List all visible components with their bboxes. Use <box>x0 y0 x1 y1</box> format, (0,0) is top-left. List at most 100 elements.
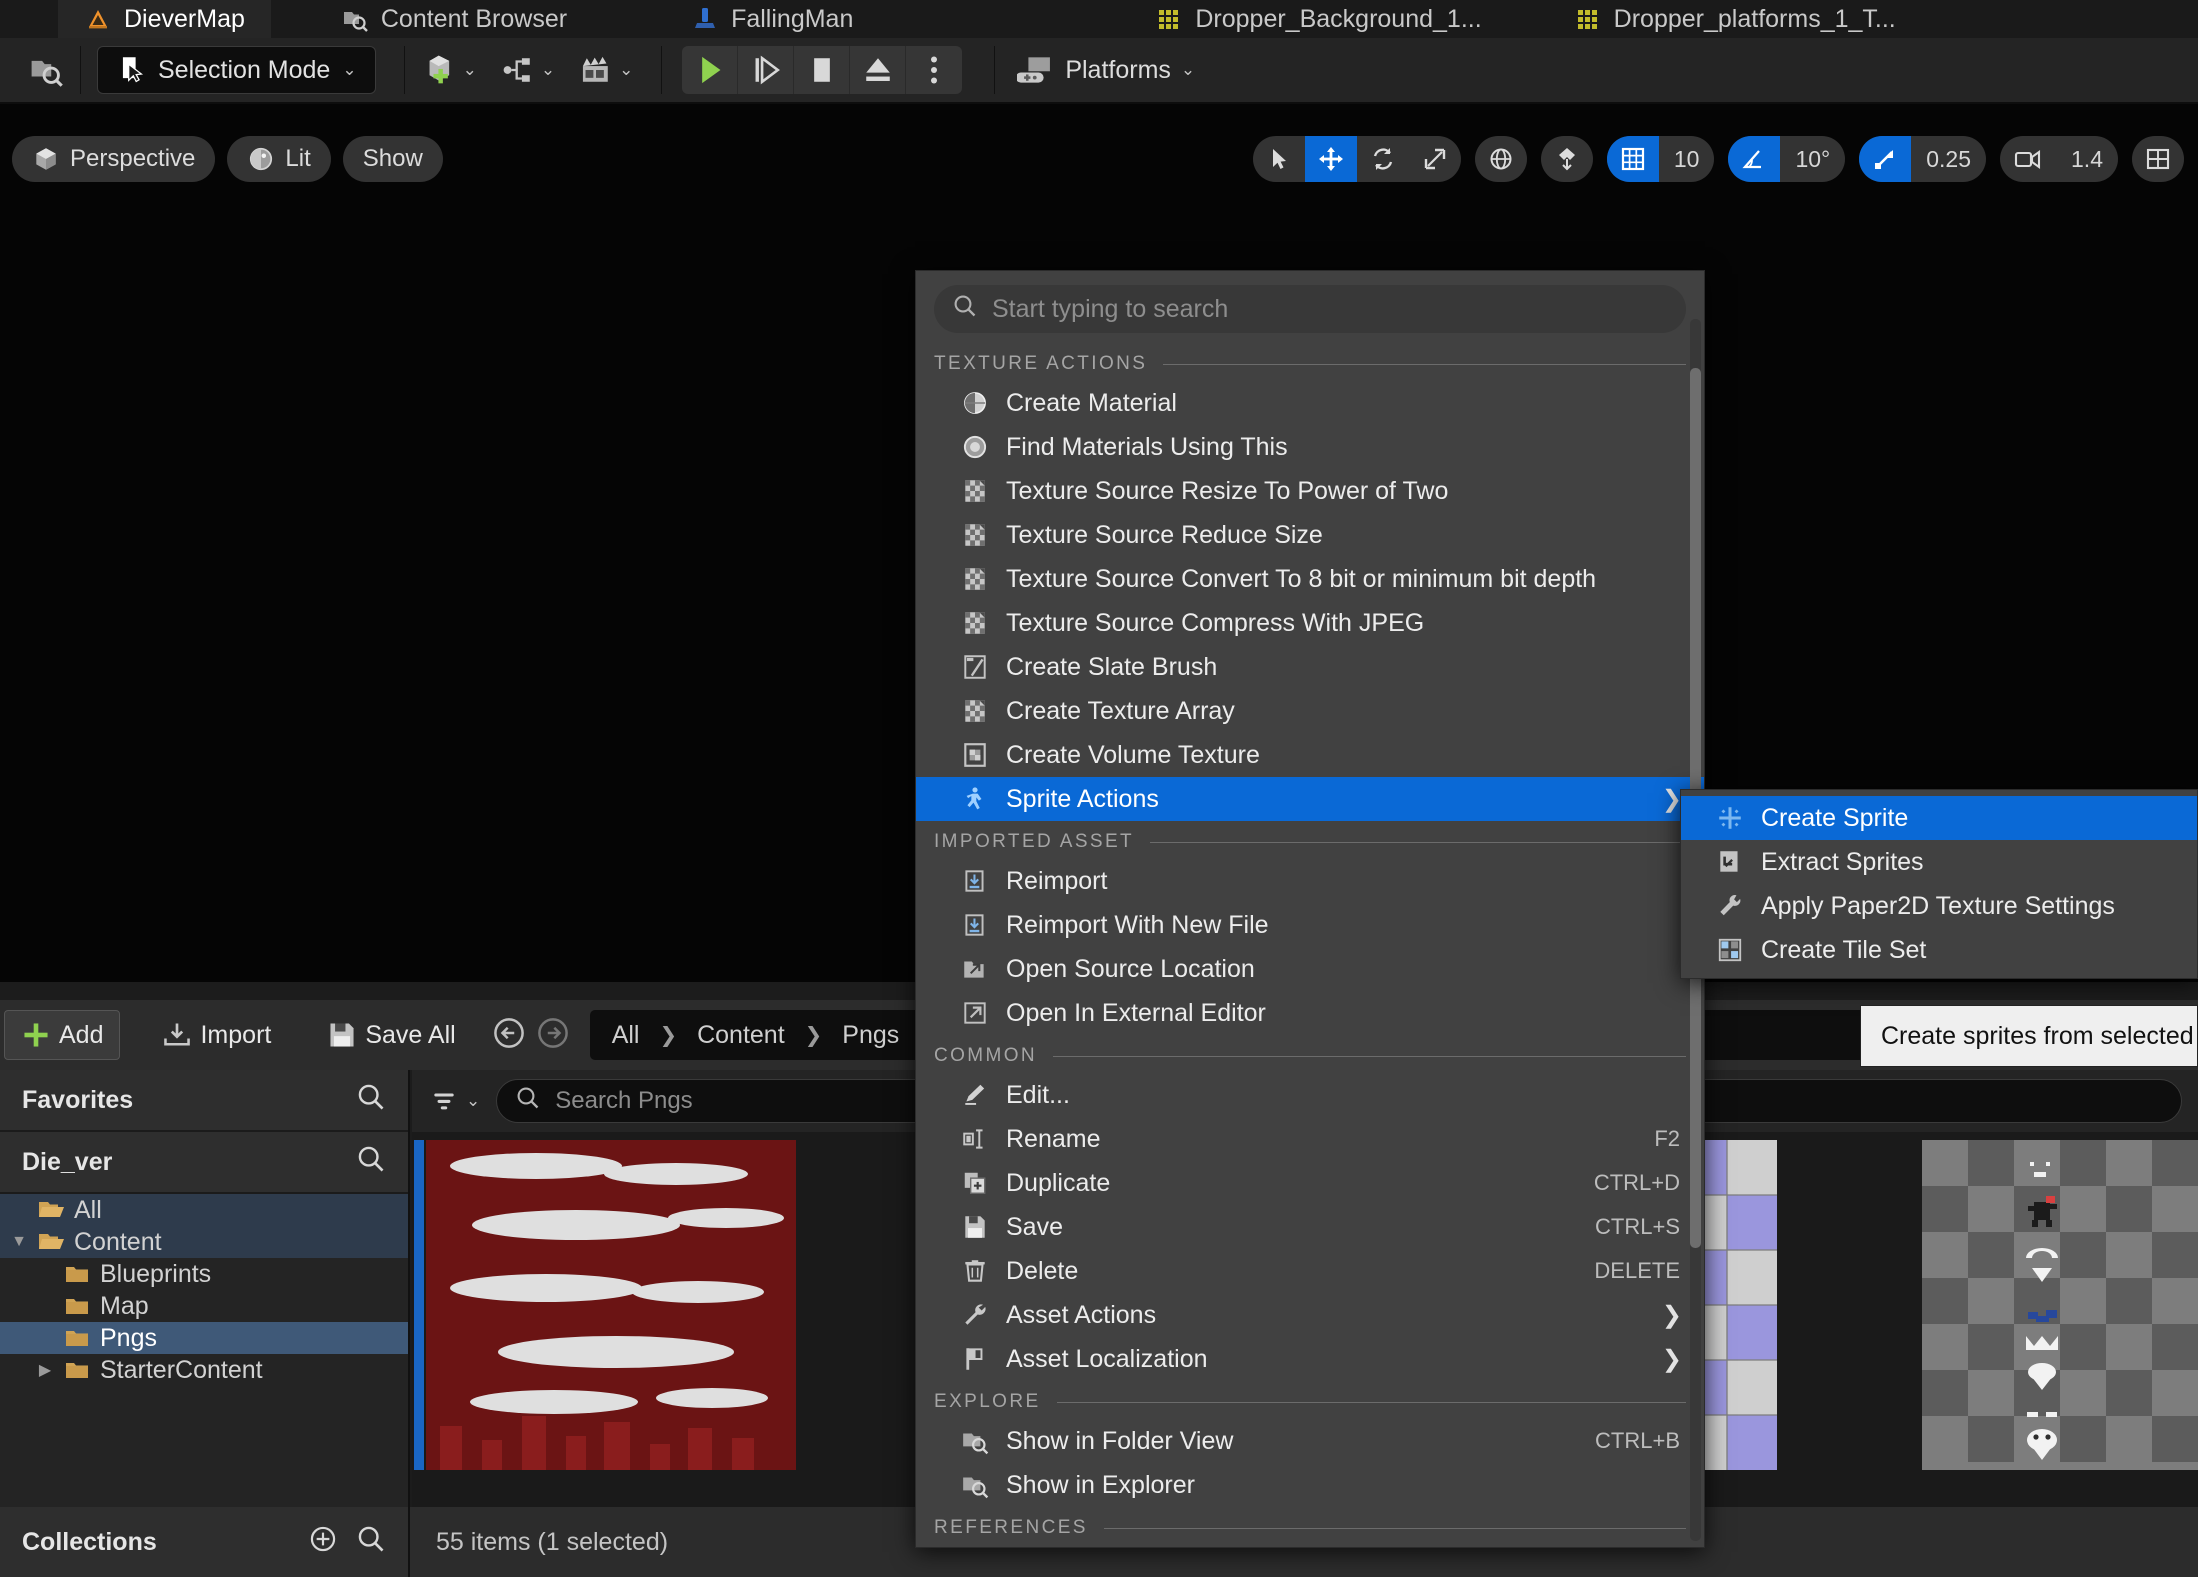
menu-item-save[interactable]: Save CTRL+S <box>916 1205 1704 1249</box>
submenu-item-apply-paper2d-texture-settings[interactable]: Apply Paper2D Texture Settings <box>1681 884 2197 928</box>
translate-tool-button[interactable] <box>1304 136 1357 182</box>
scale-snap-toggle[interactable] <box>1859 136 1912 182</box>
show-button[interactable]: Show <box>342 136 443 182</box>
add-button[interactable]: Add <box>4 1010 121 1060</box>
menu-item-label: Show in Folder View <box>1006 1426 1234 1455</box>
more-options-button[interactable] <box>906 46 962 94</box>
angle-snap-value[interactable]: 10° <box>1780 136 1845 182</box>
menu-item-delete[interactable]: Delete DELETE <box>916 1249 1704 1293</box>
rotate-tool-button[interactable] <box>1357 136 1409 182</box>
surface-snap-button[interactable] <box>1541 136 1593 182</box>
menu-item-texture-source-reduce-size[interactable]: Texture Source Reduce Size <box>916 513 1704 557</box>
cinematics-button[interactable]: ⌄ <box>567 46 645 94</box>
menu-item-texture-source-convert-to-8-bit-or-minimum-bit-depth[interactable]: Texture Source Convert To 8 bit or minim… <box>916 557 1704 601</box>
menu-item-find-materials-using-this[interactable]: Find Materials Using This <box>916 425 1704 469</box>
folder-tree-item-map[interactable]: Map <box>0 1290 408 1322</box>
lit-button[interactable]: Lit <box>227 136 331 182</box>
angle-snap-toggle[interactable] <box>1728 136 1781 182</box>
scale-gizmo-icon <box>1424 148 1446 170</box>
search-icon[interactable] <box>356 1082 386 1119</box>
rename-icon <box>960 1124 990 1154</box>
menu-item-open-source-location[interactable]: Open Source Location <box>916 947 1704 991</box>
forward-button[interactable] <box>536 1016 570 1055</box>
unreal-map-icon <box>84 5 112 33</box>
menu-item-rename[interactable]: Rename F2 <box>916 1117 1704 1161</box>
menu-item-show-in-folder-view[interactable]: Show in Folder View CTRL+B <box>916 1419 1704 1463</box>
menu-item-show-in-explorer[interactable]: Show in Explorer <box>916 1463 1704 1507</box>
folder-tree-item-pngs[interactable]: Pngs <box>0 1322 408 1354</box>
scale-tool-button[interactable] <box>1409 136 1461 182</box>
grid-snap-toggle[interactable] <box>1606 136 1659 182</box>
chevron-down-icon[interactable]: ▼ <box>8 1233 30 1251</box>
menu-item-create-slate-brush[interactable]: Create Slate Brush <box>916 645 1704 689</box>
platforms-button[interactable]: Platforms ⌄ <box>1001 46 1211 94</box>
eject-button[interactable] <box>850 46 907 94</box>
tab-dievermap[interactable]: DieverMap <box>58 0 271 38</box>
menu-item-create-texture-array[interactable]: Create Texture Array <box>916 689 1704 733</box>
breadcrumb-item-content[interactable]: Content <box>697 1021 785 1050</box>
perspective-button[interactable]: Perspective <box>12 136 216 182</box>
back-button[interactable] <box>492 1016 526 1055</box>
grid-snap-value[interactable]: 10 <box>1659 136 1715 182</box>
import-button[interactable]: Import <box>146 1010 287 1060</box>
filter-button[interactable]: ⌄ <box>428 1087 480 1115</box>
asset-thumbnail[interactable] <box>414 1140 424 1470</box>
favorites-header[interactable]: Favorites <box>0 1070 408 1132</box>
tab-dropper-background[interactable]: Dropper_Background_1... <box>1129 0 1507 38</box>
menu-item-reimport-with-new-file[interactable]: Reimport With New File <box>916 903 1704 947</box>
content-browser-button[interactable] <box>18 46 74 94</box>
folder-tree-item-startercontent[interactable]: ▶ StarterContent <box>0 1354 408 1386</box>
save-all-button[interactable]: Save All <box>311 1010 471 1060</box>
tab-content-browser[interactable]: Content Browser <box>315 0 593 38</box>
folder-tree-item-all[interactable]: All <box>0 1194 408 1226</box>
chevron-right-icon: ❯ <box>1661 1345 1682 1373</box>
project-header[interactable]: Die_ver <box>0 1132 408 1194</box>
context-menu-search-input[interactable]: Start typing to search <box>934 285 1686 333</box>
folder-tree-item-blueprints[interactable]: Blueprints <box>0 1258 408 1290</box>
select-tool-button[interactable] <box>1253 136 1305 182</box>
breadcrumb-item-all[interactable]: All <box>612 1021 640 1050</box>
scale-snap-value[interactable]: 0.25 <box>1911 136 1986 182</box>
search-icon[interactable] <box>356 1144 386 1181</box>
chevron-right-icon: ❯ <box>1661 1301 1682 1329</box>
camera-speed-button[interactable] <box>2000 136 2056 182</box>
submenu-item-create-sprite[interactable]: Create Sprite <box>1681 796 2197 840</box>
tab-fallingman[interactable]: FallingMan <box>665 0 879 38</box>
folder-tree-item-content[interactable]: ▼ Content <box>0 1226 408 1258</box>
menu-item-asset-localization[interactable]: Asset Localization ❯ <box>916 1337 1704 1381</box>
add-collection-button[interactable] <box>308 1524 338 1561</box>
menu-item-texture-source-resize-to-power-of-two[interactable]: Texture Source Resize To Power of Two <box>916 469 1704 513</box>
menu-item-reimport[interactable]: Reimport <box>916 859 1704 903</box>
viewport-layout-button[interactable] <box>2132 136 2184 182</box>
submenu-item-extract-sprites[interactable]: Extract Sprites <box>1681 840 2197 884</box>
chevron-right-icon[interactable]: ▶ <box>34 1360 56 1380</box>
breadcrumb-item-pngs[interactable]: Pngs <box>842 1021 899 1050</box>
tab-label: Dropper_platforms_1_T... <box>1613 4 1896 33</box>
menu-item-asset-actions[interactable]: Asset Actions ❯ <box>916 1293 1704 1337</box>
camera-speed-value[interactable]: 1.4 <box>2056 136 2118 182</box>
selection-mode-button[interactable]: Selection Mode ⌄ <box>97 46 376 94</box>
menu-item-edit[interactable]: Edit... <box>916 1073 1704 1117</box>
collections-header[interactable]: Collections <box>0 1507 410 1577</box>
asset-thumbnail[interactable] <box>426 1140 796 1470</box>
wrench-icon <box>960 1300 990 1330</box>
play-button[interactable] <box>682 46 739 94</box>
tab-dropper-platforms[interactable]: Dropper_platforms_1_T... <box>1548 0 1922 38</box>
submenu-item-create-tile-set[interactable]: Create Tile Set <box>1681 928 2197 972</box>
menu-item-create-volume-texture[interactable]: Create Volume Texture <box>916 733 1704 777</box>
menu-item-sprite-actions[interactable]: Sprite Actions ❯ <box>916 777 1704 821</box>
menu-item-create-material[interactable]: Create Material <box>916 381 1704 425</box>
blueprints-button[interactable]: ⌄ <box>489 46 567 94</box>
world-coordinate-button[interactable] <box>1475 136 1527 182</box>
menu-item-duplicate[interactable]: Duplicate CTRL+D <box>916 1161 1704 1205</box>
menu-item-open-in-external-editor[interactable]: Open In External Editor <box>916 991 1704 1035</box>
stop-button[interactable] <box>794 46 851 94</box>
asset-thumbnail[interactable] <box>1922 1140 2198 1470</box>
search-icon[interactable] <box>356 1524 386 1561</box>
add-actor-button[interactable]: ⌄ <box>411 46 489 94</box>
save-disk-icon <box>960 1212 990 1242</box>
menu-item-texture-source-compress-with-jpeg[interactable]: Texture Source Compress With JPEG <box>916 601 1704 645</box>
context-menu-search-placeholder: Start typing to search <box>992 294 1229 323</box>
menu-item-shortcut: DELETE <box>1594 1258 1680 1283</box>
step-button[interactable] <box>738 46 795 94</box>
